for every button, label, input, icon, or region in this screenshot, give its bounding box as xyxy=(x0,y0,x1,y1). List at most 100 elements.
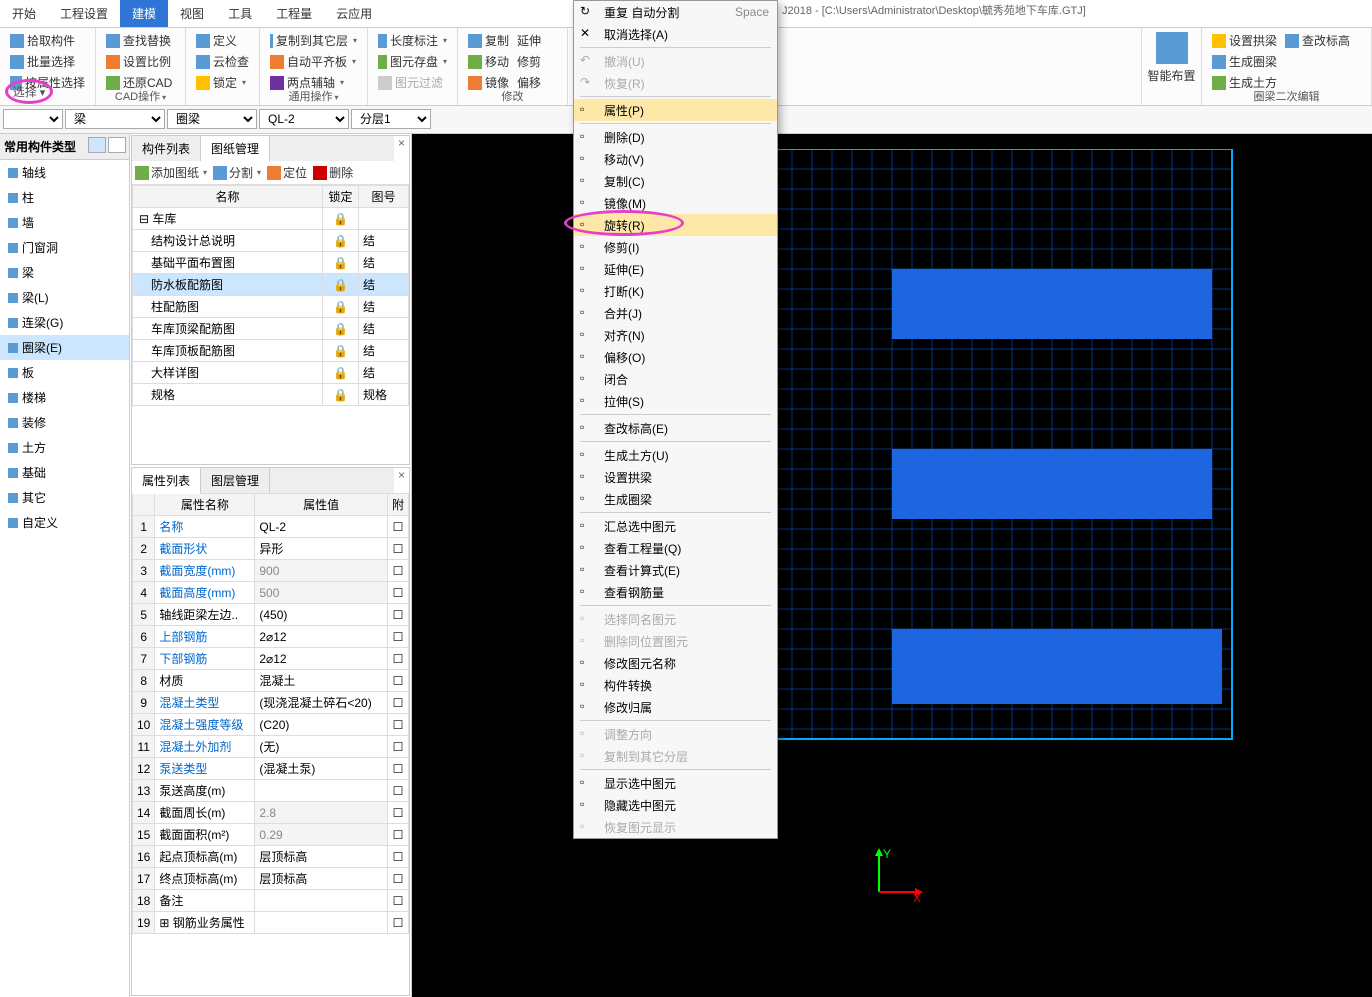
prop-row[interactable]: 14截面周长(m)2.8☐ xyxy=(133,802,409,824)
drawing-row[interactable]: 防水板配筋图🔒结 xyxy=(133,274,409,296)
nav-item-9[interactable]: 楼梯 xyxy=(0,385,129,410)
pick-component[interactable]: 拾取构件 xyxy=(6,30,89,51)
ctx-repeat[interactable]: ↻重复 自动分割Space xyxy=(574,1,777,23)
nav-item-13[interactable]: 其它 xyxy=(0,485,129,510)
ctx-cancel-sel[interactable]: ✕取消选择(A) xyxy=(574,23,777,45)
ctx-修剪[interactable]: ▫修剪(I) xyxy=(574,236,777,258)
nav-item-8[interactable]: 板 xyxy=(0,360,129,385)
smart-layout[interactable]: 智能布置 xyxy=(1148,30,1195,86)
ctx-拉伸[interactable]: ▫拉伸(S) xyxy=(574,390,777,412)
find-replace[interactable]: 查找替换 xyxy=(102,30,179,51)
ctx-偏移[interactable]: ▫偏移(O) xyxy=(574,346,777,368)
type-select[interactable]: 圈梁 xyxy=(167,109,257,129)
ctx-设置拱梁[interactable]: ▫设置拱梁 xyxy=(574,466,777,488)
select-dropdown[interactable]: 选择 ▾ xyxy=(5,79,53,104)
nav-item-14[interactable]: 自定义 xyxy=(0,510,129,535)
ctx-删除[interactable]: ▫删除(D) xyxy=(574,126,777,148)
ctx-生成圈梁[interactable]: ▫生成圈梁 xyxy=(574,488,777,510)
prop-row[interactable]: 4截面高度(mm)500☐ xyxy=(133,582,409,604)
prop-row[interactable]: 11混凝土外加剂(无)☐ xyxy=(133,736,409,758)
prop-row[interactable]: 1名称QL-2☐ xyxy=(133,516,409,538)
gen-ring[interactable]: 生成圈梁 xyxy=(1208,51,1365,72)
common-ops-label[interactable]: 通用操作 xyxy=(260,88,367,104)
tab-view[interactable]: 视图 xyxy=(168,0,216,27)
nav-item-3[interactable]: 门窗洞 xyxy=(0,235,129,260)
nav-item-5[interactable]: 梁(L) xyxy=(0,285,129,310)
nav-item-11[interactable]: 土方 xyxy=(0,435,129,460)
nav-item-6[interactable]: 连梁(G) xyxy=(0,310,129,335)
tab-props[interactable]: 属性列表 xyxy=(132,468,201,494)
check-height[interactable]: 查改标高 xyxy=(1281,30,1354,51)
extend-btn[interactable]: 延伸 xyxy=(513,30,545,51)
drawing-table[interactable]: 名称锁定图号 ⊟ 车库🔒结构设计总说明🔒结基础平面布置图🔒结防水板配筋图🔒结柱配… xyxy=(132,185,409,406)
drawing-row[interactable]: ⊟ 车库🔒 xyxy=(133,208,409,230)
ctx-属性[interactable]: ▫属性(P) xyxy=(574,99,777,121)
ctx-构件转换[interactable]: ▫构件转换 xyxy=(574,674,777,696)
ctx-复制[interactable]: ▫复制(C) xyxy=(574,170,777,192)
drawing-row[interactable]: 结构设计总说明🔒结 xyxy=(133,230,409,252)
close-drawing-panel[interactable]: × xyxy=(394,136,409,150)
lock[interactable]: 锁定 xyxy=(192,72,253,93)
ctx-合并[interactable]: ▫合并(J) xyxy=(574,302,777,324)
nav-item-0[interactable]: 轴线 xyxy=(0,160,129,185)
prop-row[interactable]: 8材质混凝土☐ xyxy=(133,670,409,692)
ctx-对齐[interactable]: ▫对齐(N) xyxy=(574,324,777,346)
prop-row[interactable]: 6上部钢筋2⌀12☐ xyxy=(133,626,409,648)
ctx-移动[interactable]: ▫移动(V) xyxy=(574,148,777,170)
nav-item-2[interactable]: 墙 xyxy=(0,210,129,235)
drawing-row[interactable]: 柱配筋图🔒结 xyxy=(133,296,409,318)
ctx-生成土方[interactable]: ▫生成土方(U) xyxy=(574,444,777,466)
tab-start[interactable]: 开始 xyxy=(0,0,48,27)
ctx-延伸[interactable]: ▫延伸(E) xyxy=(574,258,777,280)
nav-item-12[interactable]: 基础 xyxy=(0,460,129,485)
prop-row[interactable]: 12泵送类型(混凝土泵)☐ xyxy=(133,758,409,780)
tab-cloud[interactable]: 云应用 xyxy=(324,0,384,27)
ctx-汇总选中图元[interactable]: ▫汇总选中图元 xyxy=(574,515,777,537)
drawing-row[interactable]: 车库顶板配筋图🔒结 xyxy=(133,340,409,362)
delete-drawing[interactable]: 删除 xyxy=(313,164,353,181)
tab-tools[interactable]: 工具 xyxy=(216,0,264,27)
copy-floor[interactable]: 复制到其它层 xyxy=(266,30,361,51)
set-arch[interactable]: 设置拱梁 xyxy=(1208,30,1281,51)
copy-btn[interactable]: 复制 xyxy=(464,30,513,51)
tab-layers[interactable]: 图层管理 xyxy=(201,468,270,493)
prop-row[interactable]: 18备注☐ xyxy=(133,890,409,912)
nav-item-10[interactable]: 装修 xyxy=(0,410,129,435)
ctx-隐藏选中图元[interactable]: ▫隐藏选中图元 xyxy=(574,794,777,816)
prop-row[interactable]: 2截面形状异形☐ xyxy=(133,538,409,560)
trim-btn[interactable]: 修剪 xyxy=(513,51,545,72)
cad-ops-label[interactable]: CAD操作 xyxy=(96,88,185,104)
tab-model[interactable]: 建模 xyxy=(120,0,168,27)
drawing-row[interactable]: 规格🔒规格 xyxy=(133,384,409,406)
ctx-显示选中图元[interactable]: ▫显示选中图元 xyxy=(574,772,777,794)
set-scale[interactable]: 设置比例 xyxy=(102,51,179,72)
ctx-查看工程量[interactable]: ▫查看工程量(Q) xyxy=(574,537,777,559)
img-save[interactable]: 图元存盘 xyxy=(374,51,451,72)
nav-item-7[interactable]: 圈梁(E) xyxy=(0,335,129,360)
tab-drawing-mgmt[interactable]: 图纸管理 xyxy=(201,136,270,162)
prop-table[interactable]: 属性名称属性值附 1名称QL-2☐2截面形状异形☐3截面宽度(mm)900☐4截… xyxy=(132,493,409,934)
close-prop-panel[interactable]: × xyxy=(394,468,409,482)
prop-row[interactable]: 13泵送高度(m)☐ xyxy=(133,780,409,802)
ctx-闭合[interactable]: ▫闭合 xyxy=(574,368,777,390)
nav-item-4[interactable]: 梁 xyxy=(0,260,129,285)
ctx-查改标高[interactable]: ▫查改标高(E) xyxy=(574,417,777,439)
drawing-row[interactable]: 大样详图🔒结 xyxy=(133,362,409,384)
prop-row[interactable]: 17终点顶标高(m)层顶标高☐ xyxy=(133,868,409,890)
ctx-旋转[interactable]: ▫旋转(R) xyxy=(574,214,777,236)
cat-select[interactable]: 梁 xyxy=(65,109,165,129)
ctx-修改归属[interactable]: ▫修改归属 xyxy=(574,696,777,718)
drawing-row[interactable]: 基础平面布置图🔒结 xyxy=(133,252,409,274)
define[interactable]: 定义 xyxy=(192,30,253,51)
auto-plate[interactable]: 自动平齐板 xyxy=(266,51,361,72)
floor-select[interactable] xyxy=(3,109,63,129)
prop-row[interactable]: 15截面面积(m²)0.29☐ xyxy=(133,824,409,846)
ctx-修改图元名称[interactable]: ▫修改图元名称 xyxy=(574,652,777,674)
ctx-查看计算式[interactable]: ▫查看计算式(E) xyxy=(574,559,777,581)
cloud-check[interactable]: 云检查 xyxy=(192,51,253,72)
prop-row[interactable]: 3截面宽度(mm)900☐ xyxy=(133,560,409,582)
layer-select[interactable]: 分层1 xyxy=(351,109,431,129)
drawing-canvas[interactable]: YX xyxy=(412,134,1372,997)
dimension[interactable]: 长度标注 xyxy=(374,30,451,51)
ctx-查看钢筋量[interactable]: ▫查看钢筋量 xyxy=(574,581,777,603)
